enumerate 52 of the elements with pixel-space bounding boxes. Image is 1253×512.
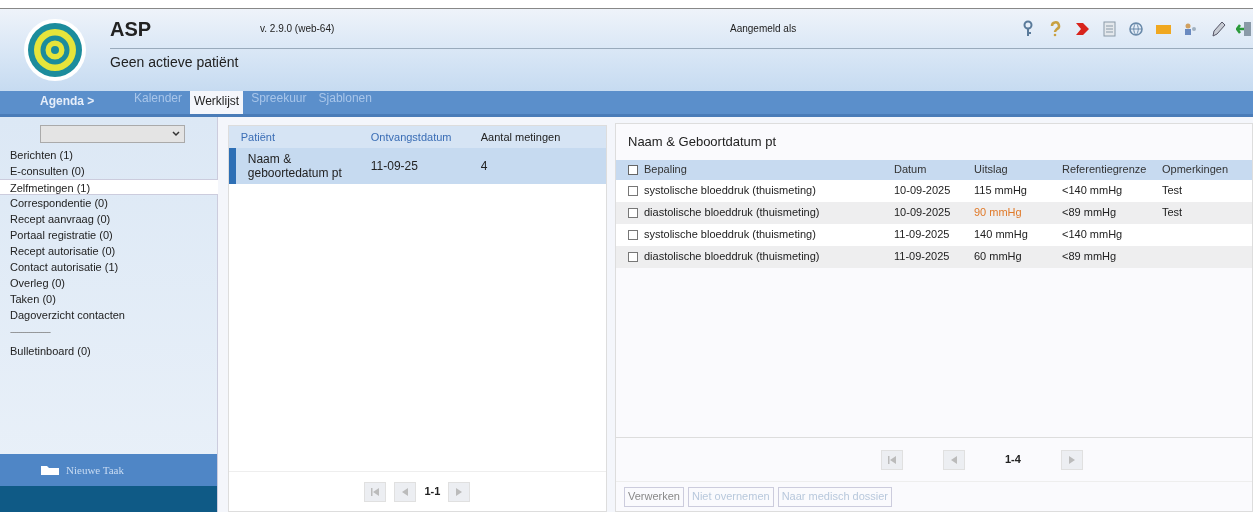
separator-line: -------------------- — [9, 326, 52, 340]
sidebar-item[interactable]: E-consulten (0) — [0, 163, 217, 179]
column-header[interactable]: Ontvangstdatum — [358, 128, 469, 146]
action-button[interactable]: Verwerken — [624, 486, 684, 507]
page-indicator: 1-4 — [1005, 452, 1021, 468]
table-cell-text: 11-09-25 — [369, 159, 419, 173]
table-cell-text: 4 — [479, 159, 489, 173]
table-cell-text: Naam & geboortedatum pt — [246, 152, 343, 180]
column-header[interactable]: Aantal metingen — [468, 128, 594, 146]
sidebar-item[interactable]: Taken (0) — [0, 291, 217, 307]
sidebar-item[interactable]: Portaal registratie (0) — [0, 227, 217, 243]
panel-title: Naam & Geboortdatum pt — [627, 133, 778, 151]
patient-status: Geen actieve patiënt — [110, 53, 240, 72]
table-cell-text: 115 mmHg — [974, 183, 1028, 199]
table-cell-text: <140 mmHg — [1062, 227, 1124, 243]
login-label: Aangemeld als — [730, 22, 798, 36]
table-cell-text: <89 mmHg — [1062, 249, 1118, 265]
table-cell-text: 10-09-2025 — [894, 183, 952, 199]
table-cell-text: systolische bloeddruk (thuismeting) — [644, 183, 817, 199]
table-cell-text: Test — [1162, 205, 1184, 221]
column-header[interactable]: Uitslag — [974, 161, 1062, 178]
sidebar-item[interactable]: Bulletinboard (0) — [0, 343, 217, 359]
table-cell-text: <140 mmHg — [1062, 183, 1124, 199]
column-header[interactable]: Bepaling — [644, 161, 894, 178]
column-header[interactable]: Patiënt — [228, 128, 359, 146]
table-cell-text: diastolische bloeddruk (thuismeting) — [644, 205, 821, 221]
worklist-row[interactable]: Naam & geboortedatum pt 11-09-25 4 — [228, 148, 607, 184]
table-cell-text: <89 mmHg — [1062, 205, 1118, 221]
sidebar-item[interactable]: Dagoverzicht contacten — [0, 307, 217, 323]
sidebar-item[interactable]: Zelfmetingen (1) — [0, 179, 218, 195]
nav-tab[interactable]: Werklijst — [190, 89, 244, 114]
page-indicator: 1-1 — [424, 484, 441, 500]
sidebar-item[interactable]: Overleg (0) — [0, 275, 217, 291]
table-cell-text: systolische bloeddruk (thuismeting) — [644, 227, 817, 243]
sidebar-item[interactable]: Recept autorisatie (0) — [0, 243, 217, 259]
table-cell-text: 11-09-2025 — [894, 249, 951, 265]
table-cell-text: 60 mmHg — [974, 249, 1023, 265]
table-cell-text: 90 mmHg — [974, 205, 1023, 221]
sidebar-item[interactable]: Contact autorisatie (1) — [0, 259, 217, 275]
table-cell-text: 140 mmHg — [974, 227, 1029, 243]
table-cell-text: diastolische bloeddruk (thuismeting) — [644, 249, 821, 265]
column-header[interactable]: Referentiegrenze — [1062, 161, 1162, 178]
sidebar-item[interactable]: Berichten (1) — [0, 147, 217, 163]
table-cell-text: Test — [1162, 183, 1184, 199]
table-cell-text: 11-09-2025 — [894, 227, 951, 243]
version-label: v. 2.9.0 (web-64) — [260, 22, 336, 36]
sidebar-item[interactable]: Correspondentie (0) — [0, 195, 217, 211]
table-cell-text: 10-09-2025 — [894, 205, 952, 221]
column-header[interactable]: Datum — [894, 161, 974, 178]
column-header[interactable]: Opmerkingen — [1162, 161, 1252, 178]
app-title: ASP — [110, 16, 153, 42]
sidebar-item[interactable]: Recept aanvraag (0) — [0, 211, 217, 227]
